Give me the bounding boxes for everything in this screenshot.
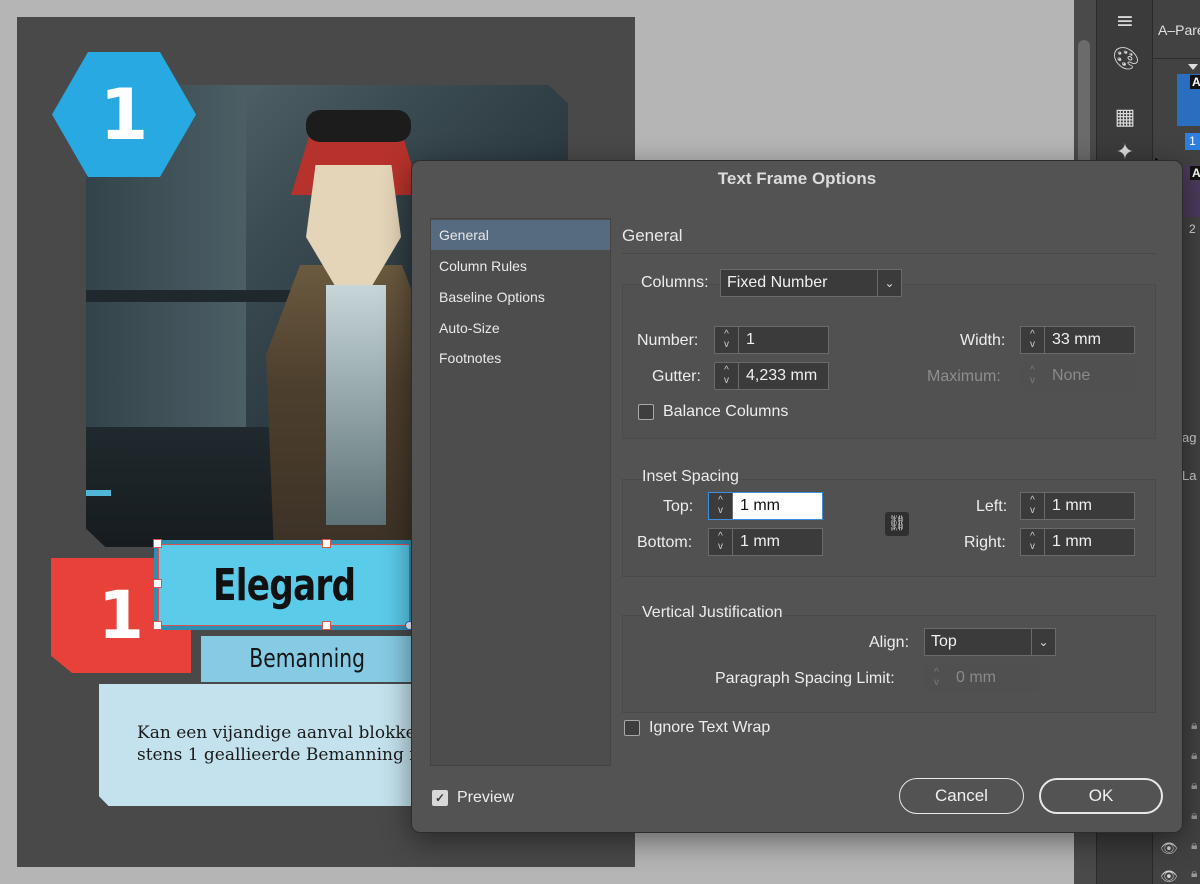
lock-icon[interactable]: 🔒︎ bbox=[1191, 866, 1197, 881]
dialog-category-list: General Column Rules Baseline Options Au… bbox=[430, 218, 611, 766]
stepper-arrows-icon[interactable]: ^ v bbox=[715, 327, 739, 353]
align-value: Top bbox=[931, 633, 957, 650]
selection-handle-middle-left[interactable] bbox=[153, 579, 162, 588]
description-line-2: stens 1 geallieerde Bemanning in bbox=[137, 745, 415, 765]
card-name-text: Elegard bbox=[212, 559, 356, 611]
text-frame-options-dialog: Text Frame Options General Column Rules … bbox=[411, 160, 1183, 833]
inset-right-field[interactable]: ^ v 1 mm bbox=[1020, 528, 1135, 556]
maximum-label: Maximum: bbox=[927, 368, 1001, 385]
dialog-title: Text Frame Options bbox=[717, 169, 877, 188]
nav-item-column-rules[interactable]: Column Rules bbox=[431, 251, 610, 281]
stepper-arrows-icon[interactable]: ^ v bbox=[1021, 529, 1045, 555]
inset-bottom-label: Bottom: bbox=[637, 534, 693, 551]
page-number-2[interactable]: 2 bbox=[1189, 222, 1196, 236]
inset-top-field[interactable]: ^ v 1 mm bbox=[708, 492, 823, 520]
inset-right-label: Right: bbox=[964, 534, 1006, 551]
width-field[interactable]: ^ v 33 mm bbox=[1020, 326, 1135, 354]
lock-icon[interactable]: 🔒︎ bbox=[1191, 748, 1197, 763]
stepper-arrows-icon: ^ v bbox=[1021, 363, 1045, 389]
strength-number: 1 bbox=[98, 577, 144, 654]
paragraph-spacing-limit-label: Paragraph Spacing Limit: bbox=[715, 670, 895, 687]
clipped-panel-label-2: La bbox=[1182, 468, 1197, 483]
balance-columns-checkbox[interactable] bbox=[638, 404, 654, 420]
preview-checkbox[interactable]: ✓ bbox=[432, 790, 448, 806]
selection-handle-top-middle[interactable] bbox=[322, 539, 331, 548]
panel-menu-icon[interactable]: ≡ bbox=[1112, 9, 1138, 35]
inset-left-field[interactable]: ^ v 1 mm bbox=[1020, 492, 1135, 520]
gutter-field[interactable]: ^ v 4,233 mm bbox=[714, 362, 829, 390]
align-select[interactable]: Top ⌄ bbox=[924, 628, 1056, 656]
parent-letter-2: A bbox=[1190, 166, 1200, 180]
width-label: Width: bbox=[960, 332, 1006, 349]
stepper-arrows-icon[interactable]: ^ v bbox=[715, 363, 739, 389]
selection-handle-top-left[interactable] bbox=[153, 539, 162, 548]
number-field[interactable]: ^ v 1 bbox=[714, 326, 829, 354]
maximum-field: ^ v None bbox=[1020, 362, 1135, 390]
card-type-frame[interactable]: Bemanning bbox=[201, 636, 413, 682]
link-chain-icon[interactable]: ⛓︎ bbox=[885, 512, 909, 536]
card-type-text: Bemanning bbox=[249, 644, 365, 674]
stepper-arrows-icon[interactable]: ^ v bbox=[709, 493, 733, 519]
chevron-down-icon: ⌄ bbox=[877, 270, 901, 296]
parent-page-label[interactable]: A–Pare bbox=[1158, 22, 1200, 38]
nav-item-baseline-options[interactable]: Baseline Options bbox=[431, 282, 610, 312]
card-name-text-frame[interactable]: Elegard bbox=[154, 540, 414, 630]
lock-icon[interactable]: 🔒︎ bbox=[1191, 808, 1197, 823]
section-title: General bbox=[622, 226, 683, 245]
clipped-panel-label-1: ag bbox=[1182, 430, 1197, 445]
preview-label[interactable]: Preview bbox=[457, 789, 514, 807]
description-line-1: Kan een vijandige aanval blokkere bbox=[137, 723, 415, 743]
inset-top-label: Top: bbox=[663, 498, 694, 515]
inset-left-label: Left: bbox=[976, 498, 1008, 515]
inset-bottom-field[interactable]: ^ v 1 mm bbox=[708, 528, 823, 556]
selection-handle-bottom-middle[interactable] bbox=[322, 621, 331, 630]
ok-button[interactable]: OK bbox=[1039, 778, 1163, 814]
stepper-arrows-icon[interactable]: ^ v bbox=[709, 529, 733, 555]
gutter-label: Gutter: bbox=[652, 368, 701, 385]
swatches-palette-icon[interactable]: 🎨︎ bbox=[1112, 47, 1140, 73]
chevron-down-icon: ⌄ bbox=[1031, 629, 1055, 655]
vertical-justification-group bbox=[622, 615, 1156, 713]
stepper-arrows-icon[interactable]: ^ v bbox=[1021, 493, 1045, 519]
align-label: Align: bbox=[869, 634, 910, 651]
nav-item-footnotes[interactable]: Footnotes bbox=[431, 343, 610, 373]
card-description-frame[interactable]: Kan een vijandige aanval blokkere stens … bbox=[99, 684, 415, 806]
nav-item-auto-size[interactable]: Auto-Size bbox=[431, 313, 610, 343]
lock-icon[interactable]: 🔒︎ bbox=[1191, 838, 1197, 853]
columns-type-select[interactable]: Fixed Number ⌄ bbox=[720, 269, 902, 297]
stepper-arrows-icon[interactable]: ^ v bbox=[1021, 327, 1045, 353]
columns-label: Columns: bbox=[641, 274, 709, 291]
parent-letter-1: A bbox=[1190, 75, 1200, 89]
cost-number: 1 bbox=[99, 73, 149, 156]
pages-panel-icon[interactable]: ▦ bbox=[1112, 105, 1138, 131]
cancel-button[interactable]: Cancel bbox=[899, 778, 1024, 814]
dropdown-triangle-icon bbox=[1188, 64, 1198, 70]
lock-icon[interactable]: 🔒︎ bbox=[1191, 718, 1197, 733]
visibility-eye-icon[interactable]: 👁︎ bbox=[1160, 868, 1178, 884]
inset-spacing-title: Inset Spacing bbox=[642, 468, 739, 485]
paragraph-spacing-limit-field: ^ v 0 mm bbox=[924, 664, 1039, 692]
visibility-eye-icon[interactable]: 👁︎ bbox=[1160, 840, 1178, 857]
selection-handle-bottom-left[interactable] bbox=[153, 621, 162, 630]
number-label: Number: bbox=[637, 332, 699, 349]
ignore-text-wrap-label[interactable]: Ignore Text Wrap bbox=[649, 719, 770, 737]
ignore-text-wrap-checkbox[interactable] bbox=[624, 720, 640, 736]
vertical-justification-title: Vertical Justification bbox=[642, 604, 783, 621]
lock-icon[interactable]: 🔒︎ bbox=[1191, 778, 1197, 793]
columns-type-value: Fixed Number bbox=[727, 274, 828, 291]
balance-columns-label[interactable]: Balance Columns bbox=[663, 403, 788, 421]
page-number-selected[interactable]: 1 bbox=[1185, 133, 1200, 150]
stepper-arrows-icon: ^ v bbox=[925, 665, 949, 691]
nav-item-general[interactable]: General bbox=[431, 220, 610, 250]
